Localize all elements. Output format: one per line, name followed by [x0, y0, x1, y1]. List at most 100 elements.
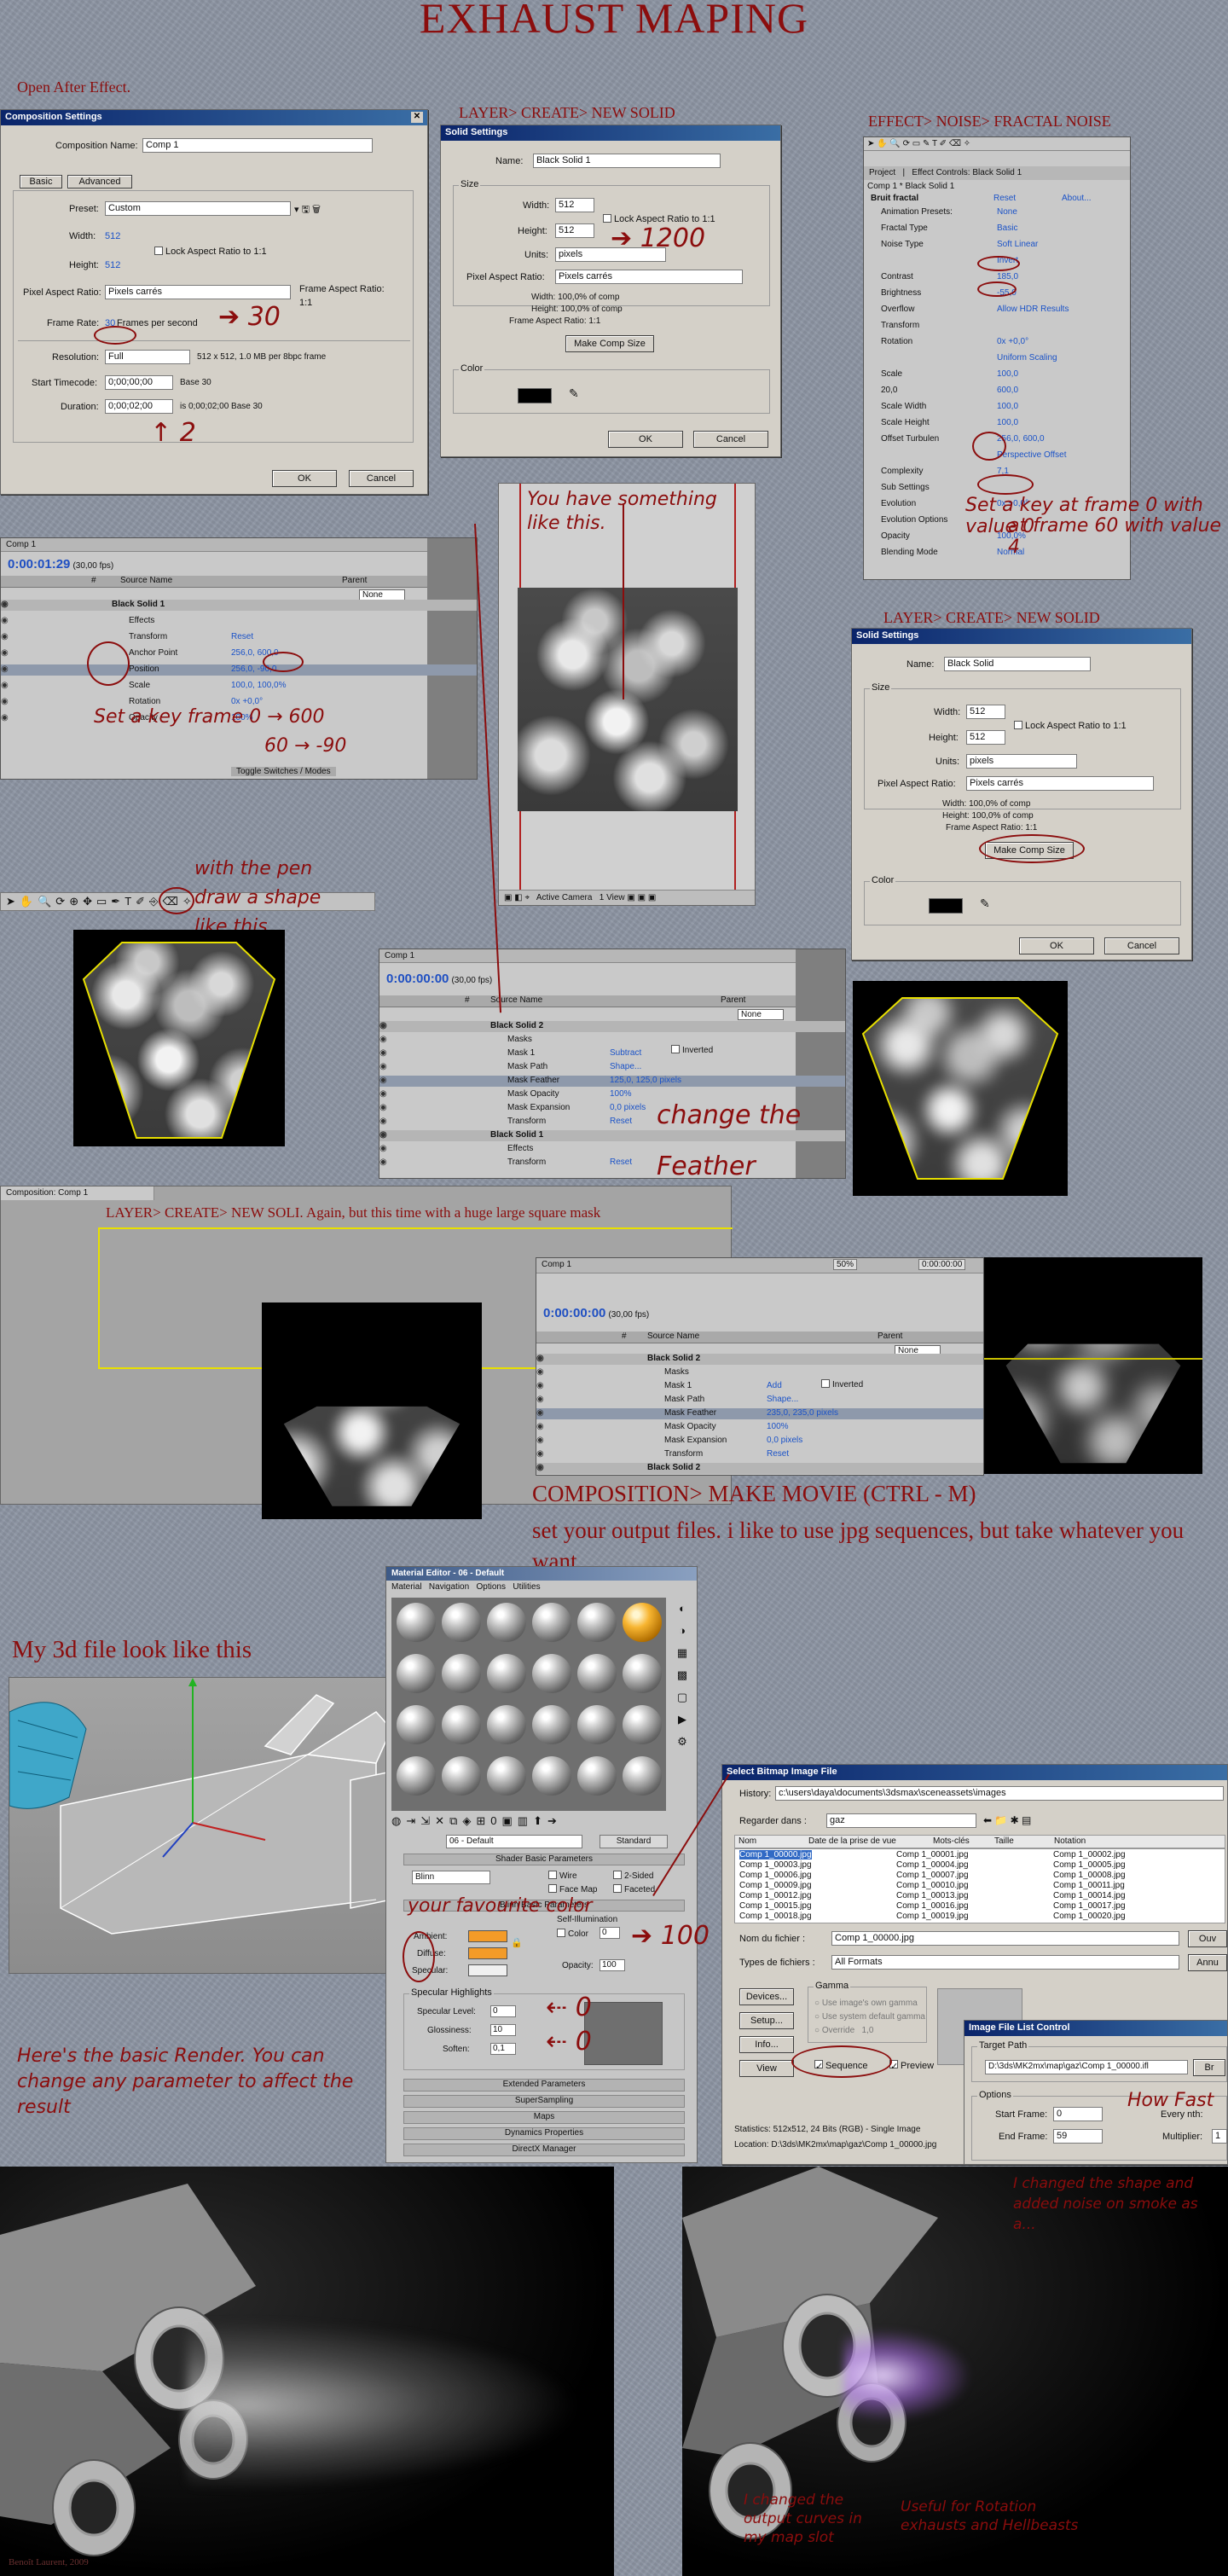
file-item[interactable]: Comp 1_00019.jpg — [896, 1912, 969, 1921]
timeline-tab[interactable]: Comp 1 — [542, 1260, 571, 1269]
file-item[interactable]: Comp 1_00017.jpg — [1053, 1901, 1126, 1911]
material-sample-sphere[interactable] — [577, 1603, 617, 1642]
timeline-row-value[interactable]: Reset — [767, 1449, 789, 1459]
timeline-row[interactable]: ◉ Black Solid 2 — [536, 1354, 983, 1365]
fractal-row[interactable]: Overflow Allow HDR Results — [869, 305, 1125, 318]
timeline-row[interactable]: ◉ Black Solid 2 — [536, 1463, 983, 1474]
file-item[interactable]: Comp 1_00016.jpg — [896, 1901, 969, 1911]
hand-tool-icon[interactable]: ✋ — [20, 895, 38, 908]
fractal-row-value[interactable]: 100,0 — [997, 418, 1018, 427]
col-keywords[interactable]: Mots-clés — [933, 1836, 970, 1846]
setup-button[interactable]: Setup... — [739, 2012, 794, 2029]
timeline-row-value[interactable]: Shape... — [767, 1395, 798, 1404]
timeline-row-value[interactable]: 0x +0,0° — [231, 697, 263, 706]
eyedropper-icon[interactable]: ✎ — [980, 896, 990, 911]
file-item[interactable]: Comp 1_00007.jpg — [896, 1871, 969, 1880]
timeline-row[interactable]: ◉ Masks — [379, 1035, 845, 1046]
3d-viewport[interactable] — [9, 1677, 391, 1974]
rollout-3[interactable]: Dynamics Properties — [403, 2127, 685, 2140]
go-parent-icon[interactable]: ⬆ — [533, 1814, 547, 1827]
timeline-row-value[interactable]: 0,0 pixels — [610, 1103, 646, 1112]
put-to-scene-icon[interactable]: ⇥ — [406, 1814, 420, 1827]
fractal-row[interactable]: Noise Type Soft Linear — [869, 240, 1125, 253]
material-sample-sphere[interactable] — [532, 1654, 571, 1693]
fractal-row-value[interactable]: 100,0 — [997, 369, 1018, 379]
timeline-tab[interactable]: Comp 1 — [1, 538, 477, 552]
assign-icon[interactable]: ⇲ — [420, 1814, 435, 1827]
specular-color-swatch[interactable] — [468, 1964, 507, 1976]
duration-input[interactable]: 0;00;02;00 — [105, 399, 173, 414]
visibility-eye-icon[interactable]: ◉ — [1, 664, 9, 674]
timeline-row[interactable]: ◉ Effects — [1, 616, 477, 627]
solid-name-input[interactable]: Black Solid 1 — [533, 154, 721, 168]
tab-effect-controls[interactable]: Effect Controls: Black Solid 1 — [912, 168, 1022, 177]
timeline-row[interactable]: ◉ Black Solid 2 — [379, 1021, 845, 1032]
visibility-eye-icon[interactable]: ◉ — [1, 681, 9, 690]
file-item[interactable]: Comp 1_00011.jpg — [1053, 1881, 1125, 1890]
file-item[interactable]: Comp 1_00018.jpg — [739, 1912, 812, 1921]
col-rating[interactable]: Notation — [1054, 1836, 1086, 1846]
timeline-row[interactable]: ◉ Black Solid 1 — [1, 600, 477, 611]
visibility-eye-icon[interactable]: ◉ — [379, 1157, 387, 1167]
height-input[interactable]: 512 — [966, 730, 1005, 745]
material-sample-sphere[interactable] — [442, 1756, 481, 1796]
rollout-0[interactable]: Extended Parameters — [403, 2079, 685, 2092]
material-name-input[interactable]: 06 - Default — [446, 1835, 582, 1848]
toggle-switches-button[interactable]: Toggle Switches / Modes — [231, 767, 336, 776]
text-tool-icon[interactable]: T — [125, 895, 136, 908]
soften-input[interactable]: 0,1 — [490, 2043, 516, 2055]
lookin-select[interactable]: gaz — [826, 1813, 976, 1828]
menu-options[interactable]: Options — [477, 1582, 506, 1592]
solid-name-input[interactable]: Black Solid — [944, 657, 1091, 671]
browse-button[interactable]: Br — [1193, 2059, 1225, 2076]
zoom-select[interactable]: 50% — [833, 1259, 858, 1270]
par-select[interactable]: Pixels carrés — [966, 776, 1154, 791]
timeline-row-value[interactable]: Reset — [610, 1157, 632, 1167]
rollout-2[interactable]: Maps — [403, 2111, 685, 2124]
visibility-eye-icon[interactable]: ◉ — [536, 1381, 544, 1390]
make-comp-size-button[interactable]: Make Comp Size — [565, 335, 654, 352]
material-sample-sphere[interactable] — [623, 1705, 662, 1744]
wire-checkbox[interactable]: Wire — [548, 1871, 577, 1881]
visibility-eye-icon[interactable]: ◉ — [379, 1048, 387, 1058]
visibility-eye-icon[interactable]: ◉ — [536, 1408, 544, 1418]
tab-basic[interactable]: Basic — [20, 175, 62, 189]
reset-map-icon[interactable]: ✕ — [435, 1814, 449, 1827]
shader-type-select[interactable]: Blinn — [412, 1871, 490, 1884]
visibility-eye-icon[interactable]: ◉ — [379, 1144, 387, 1153]
timeline-row-value[interactable]: 100% — [610, 1089, 632, 1099]
face-map-checkbox[interactable]: Face Map — [548, 1884, 597, 1894]
fractal-row-value[interactable]: 100,0 — [997, 402, 1018, 411]
color-swatch[interactable] — [929, 898, 963, 914]
visibility-eye-icon[interactable]: ◉ — [536, 1422, 544, 1431]
devices-button[interactable]: Devices... — [739, 1988, 794, 2005]
effect-about[interactable]: About... — [1062, 194, 1091, 203]
effects-channel-icon[interactable]: 0 — [490, 1814, 501, 1827]
timeline-row[interactable]: ◉ Mask Feather 235,0, 235,0 pixels — [536, 1408, 983, 1419]
eyedropper-icon[interactable]: ✎ — [569, 386, 579, 401]
zoom-tool-icon[interactable]: 🔍 — [38, 895, 55, 908]
ok-button[interactable]: OK — [1019, 937, 1094, 954]
video-check-icon[interactable]: ▢ — [671, 1686, 693, 1709]
visibility-eye-icon[interactable]: ◉ — [536, 1436, 544, 1445]
fractal-row[interactable]: Scale 100,0 — [869, 369, 1125, 383]
ok-button[interactable]: OK — [608, 431, 683, 448]
pan-tool-icon[interactable]: ✥ — [83, 895, 96, 908]
visibility-eye-icon[interactable]: ◉ — [379, 1117, 387, 1126]
timeline-row[interactable]: ◉ Anchor Point 256,0, 600,0 — [1, 648, 477, 659]
file-item[interactable]: Comp 1_00009.jpg — [739, 1881, 812, 1890]
timeline-row[interactable]: ◉ Mask Path Shape... — [379, 1062, 845, 1073]
gamma-own-radio[interactable]: ○ Use image's own gamma — [814, 1999, 918, 2008]
file-item[interactable]: Comp 1_00002.jpg — [1053, 1850, 1126, 1859]
resolution-select[interactable]: Full — [105, 350, 190, 364]
timeline-row[interactable]: ◉ Mask Expansion 0,0 pixels — [536, 1436, 983, 1447]
visibility-eye-icon[interactable]: ◉ — [1, 632, 9, 641]
width-input[interactable]: 512 — [555, 198, 594, 212]
visibility-eye-icon[interactable]: ◉ — [1, 616, 9, 625]
cancel-button[interactable]: Cancel — [693, 431, 768, 448]
visibility-eye-icon[interactable]: ◉ — [1, 713, 9, 722]
file-item[interactable]: Comp 1_00003.jpg — [739, 1860, 812, 1870]
self-illum-color-checkbox[interactable]: Color — [557, 1929, 588, 1939]
menu-material[interactable]: Material — [391, 1582, 422, 1592]
visibility-eye-icon[interactable]: ◉ — [379, 1089, 387, 1099]
